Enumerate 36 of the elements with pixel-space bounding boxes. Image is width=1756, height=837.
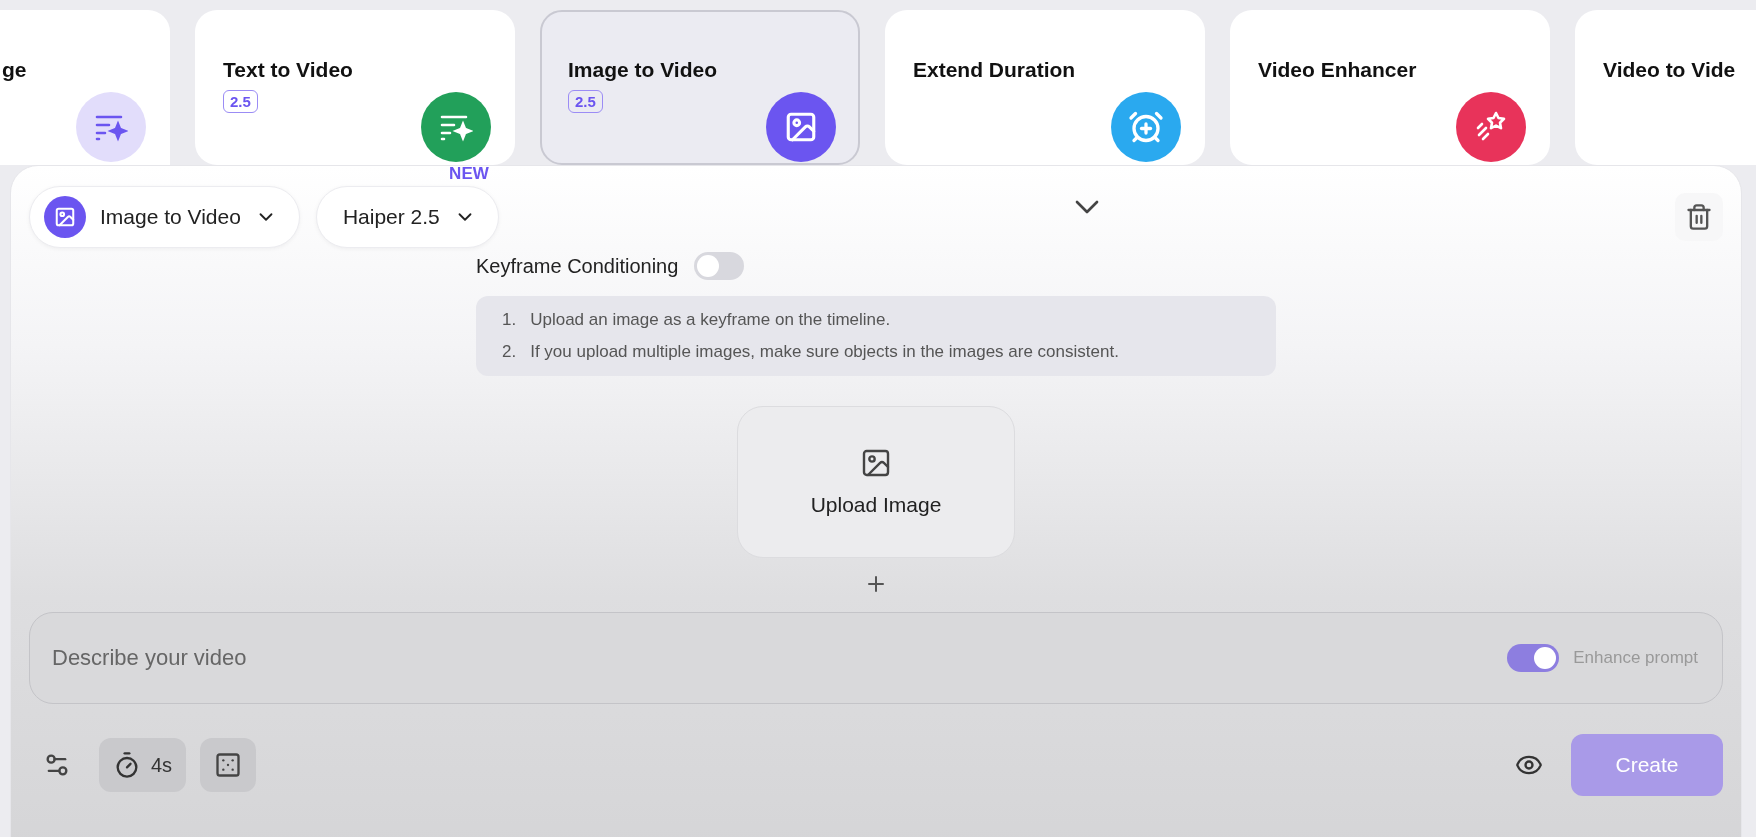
upload-image-button[interactable]: Upload Image — [737, 406, 1015, 558]
dice-icon — [214, 751, 243, 779]
card-title: ge — [2, 58, 28, 82]
list-number: 2. — [502, 342, 517, 362]
clock-plus-icon — [1128, 109, 1164, 145]
card-title: Video Enhancer — [1258, 58, 1418, 82]
tool-card[interactable]: Text to Video 2.5 — [195, 10, 515, 165]
delete-button[interactable] — [1675, 193, 1723, 241]
new-label: NEW — [449, 164, 489, 184]
tool-card[interactable]: Video to Vide — [1575, 10, 1756, 165]
trash-icon — [1685, 203, 1713, 231]
instruction-text: Upload an image as a keyframe on the timeline. — [530, 310, 891, 330]
enhance-toggle[interactable] — [1507, 644, 1560, 672]
card-title: Extend Duration — [913, 58, 1077, 82]
tool-card[interactable]: Image to Video 2.5 — [540, 10, 860, 165]
prompt-input[interactable]: Describe your video — [50, 644, 1494, 672]
enhance-label: Enhance prompt — [1573, 648, 1698, 668]
duration-button[interactable]: 4s — [99, 738, 187, 792]
keyframe-toggle[interactable] — [694, 252, 745, 280]
keyframe-label: Keyframe Conditioning — [476, 254, 679, 278]
card-title: Video to Vide — [1603, 58, 1737, 82]
card-title: Text to Video — [223, 58, 354, 82]
card-title: Image to Video — [568, 58, 718, 82]
list-number: 1. — [502, 310, 517, 330]
image-icon — [784, 110, 818, 144]
tool-card[interactable]: Extend Duration — [885, 10, 1205, 165]
tool-card[interactable]: ge — [0, 10, 170, 165]
tool-card[interactable]: Video Enhancer — [1230, 10, 1550, 165]
random-seed-button[interactable] — [200, 738, 257, 792]
model-dropdown[interactable]: Haiper 2.5 — [315, 186, 499, 248]
mode-dropdown[interactable]: Image to Video — [29, 186, 300, 248]
version-badge: 2.5 — [568, 90, 603, 113]
instruction-text: If you upload multiple images, make sure objects in the images are consistent. — [530, 342, 1119, 362]
image-icon — [860, 447, 892, 479]
version-badge: 2.5 — [223, 90, 258, 113]
mode-icon — [44, 196, 86, 238]
